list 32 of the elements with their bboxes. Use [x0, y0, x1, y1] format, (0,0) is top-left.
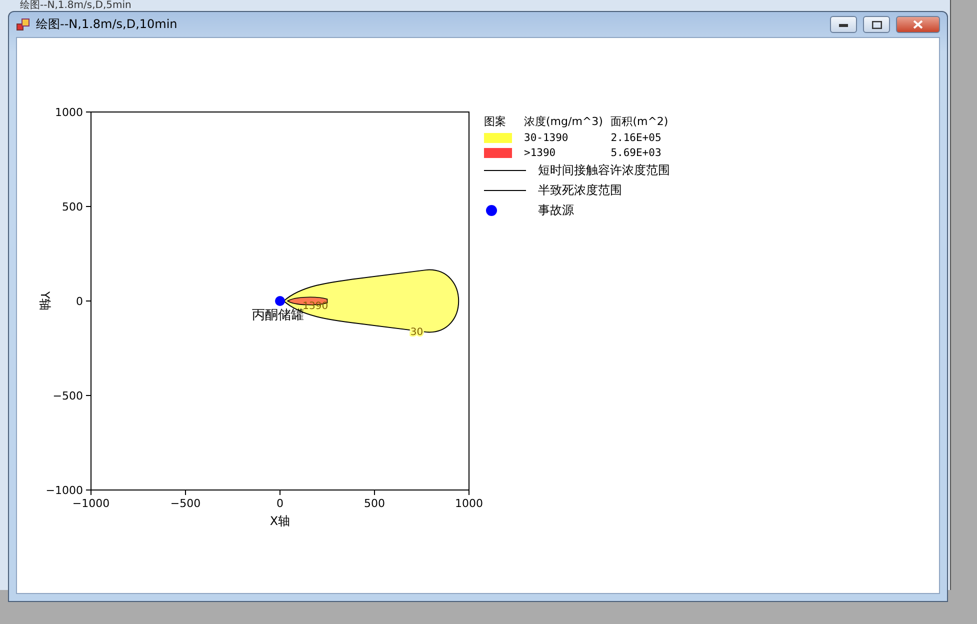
x-tick-label: 0: [276, 497, 284, 510]
y-axis-title: Y轴: [38, 291, 52, 311]
x-axis-title: X轴: [270, 514, 290, 528]
y-tick-label: 0: [76, 295, 83, 308]
legend-header: 图案: [484, 114, 507, 129]
window-title: 绘图--N,1.8m/s,D,10min: [36, 16, 178, 33]
legend-area: 2.16E+05: [610, 132, 670, 144]
legend-label: 短时间接触容许浓度范围: [537, 162, 670, 179]
legend-range: 30-1390: [524, 132, 570, 144]
legend-label: 半致死浓度范围: [537, 182, 623, 199]
x-tick-label: −500: [170, 497, 201, 510]
minimize-button[interactable]: [830, 16, 857, 33]
maximize-icon: [872, 20, 882, 28]
legend-area: 5.69E+03: [610, 147, 670, 159]
plot-annotation: 丙酮储罐: [252, 308, 304, 323]
close-icon: [913, 20, 923, 29]
legend-header: 浓度(mg/m^3): [524, 114, 604, 129]
app-icon: [16, 18, 30, 32]
legend-range: >1390: [524, 147, 557, 159]
maximize-button[interactable]: [863, 16, 890, 33]
legend-label: 事故源: [537, 202, 575, 219]
close-button[interactable]: [896, 16, 940, 33]
y-tick-label: 500: [62, 200, 83, 214]
y-tick-label: 1000: [55, 106, 83, 119]
y-tick-label: −500: [52, 390, 83, 402]
minimize-icon: [839, 22, 848, 26]
x-tick-label: 1000: [455, 497, 483, 510]
window-title: 绘图--N,1.8m/s,D,5min: [19, 0, 132, 11]
x-tick-label: −1000: [72, 497, 110, 510]
legend-header: 面积(m^2): [610, 114, 670, 129]
y-tick-label: −1000: [46, 484, 83, 497]
x-tick-label: 500: [364, 497, 385, 510]
